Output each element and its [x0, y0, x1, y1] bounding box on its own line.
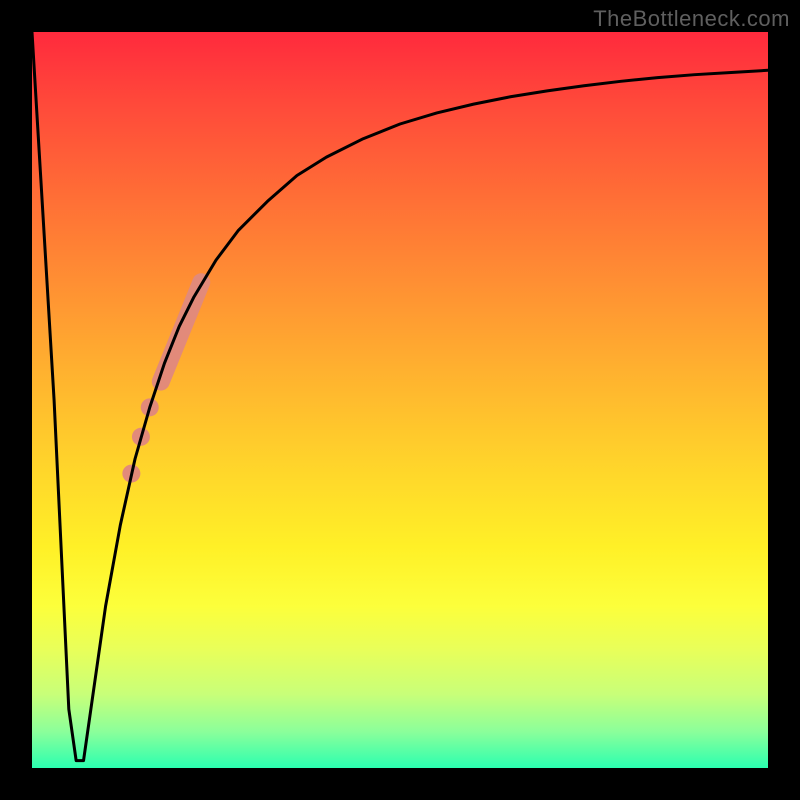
watermark-text: TheBottleneck.com: [593, 6, 790, 32]
plot-area: [32, 32, 768, 768]
chart-svg: [32, 32, 768, 768]
markers-layer: [122, 282, 201, 482]
chart-frame: TheBottleneck.com: [0, 0, 800, 800]
bottleneck-curve: [32, 32, 768, 761]
